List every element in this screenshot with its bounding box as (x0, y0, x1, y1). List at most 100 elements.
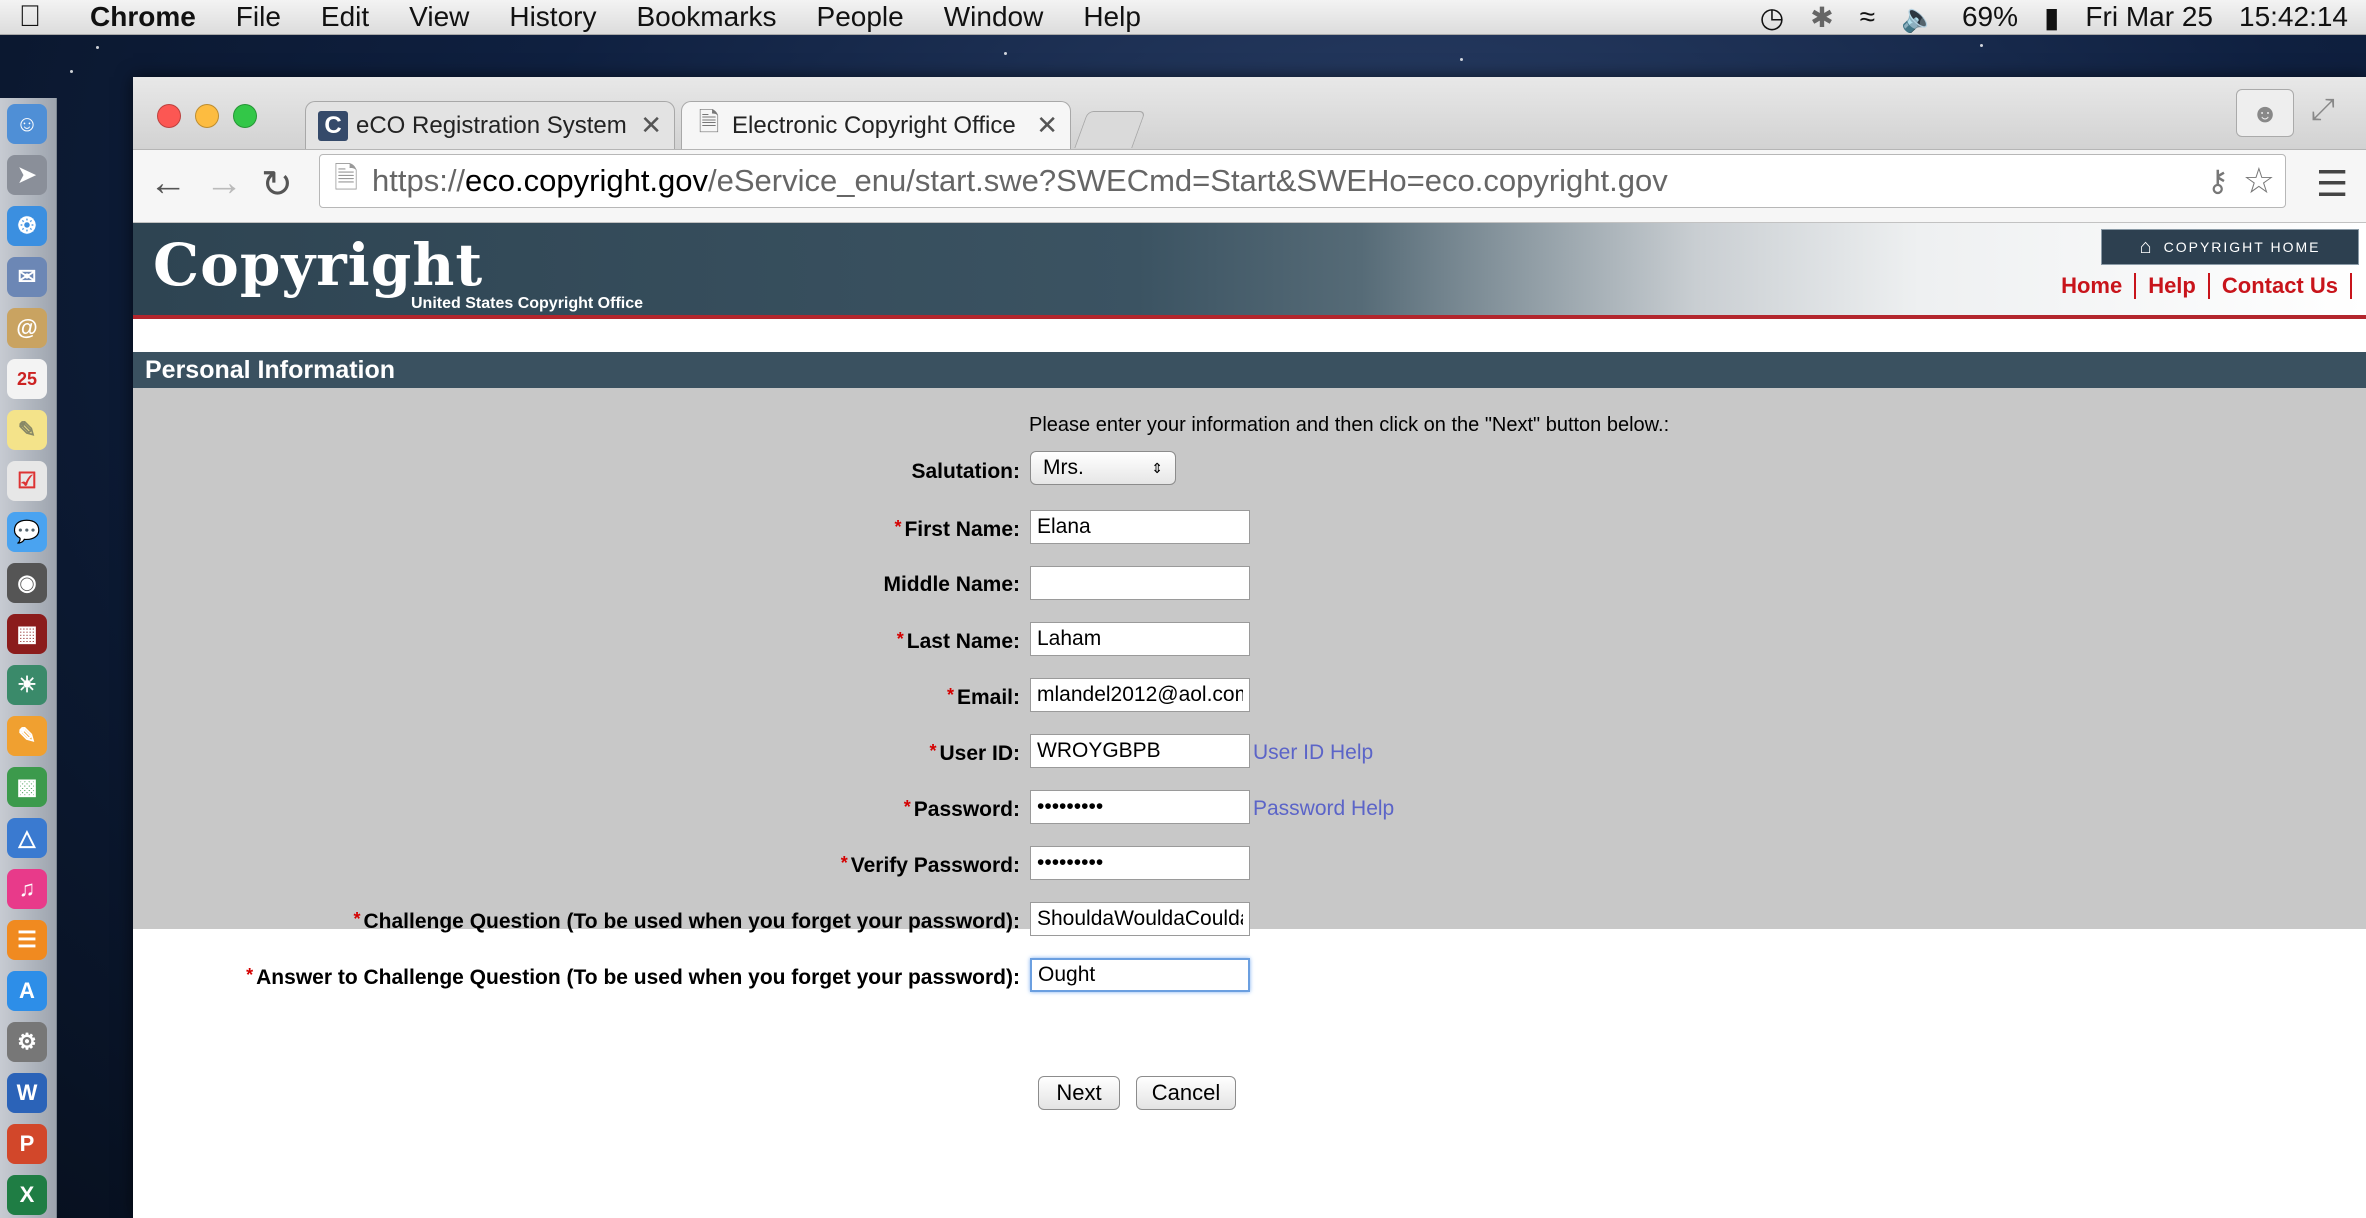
safari-icon[interactable]: ❂ (7, 206, 47, 246)
copyright-home-button[interactable]: ⌂ COPYRIGHT HOME (2101, 229, 2359, 265)
last-name-field[interactable] (1030, 622, 1250, 656)
select-arrows-icon: ⇕ (1151, 459, 1163, 476)
mail-icon[interactable]: ✉ (7, 257, 47, 297)
wifi-icon[interactable]: ≈ (1860, 1, 1875, 33)
salutation-select[interactable]: Mrs. ⇕ (1030, 451, 1176, 485)
close-tab-icon[interactable]: ✕ (640, 110, 662, 141)
close-tab-icon[interactable]: ✕ (1036, 110, 1058, 141)
first-name-row: * First Name: (133, 510, 2366, 546)
tab-title: eCO Registration System | (356, 111, 633, 139)
cancel-button[interactable]: Cancel (1136, 1076, 1236, 1110)
reload-icon[interactable]: ↻ (261, 162, 293, 207)
help-link[interactable]: Help (2134, 273, 2208, 299)
password-help-link[interactable]: Password Help (1253, 797, 1394, 821)
salutation-row: Salutation: Mrs. ⇕ (133, 451, 2366, 489)
app-store-icon[interactable]: A (7, 971, 47, 1011)
personal-information-form: Please enter your information and then c… (133, 388, 2366, 992)
pages-icon[interactable]: ✎ (7, 716, 47, 756)
menu-time[interactable]: 15:42:14 (2239, 1, 2348, 33)
close-window-button[interactable] (157, 104, 181, 128)
finder-icon[interactable]: ☺ (7, 104, 47, 144)
back-arrow-icon[interactable]: ← (149, 162, 187, 205)
menu-bookmarks[interactable]: Bookmarks (616, 1, 796, 33)
excel-icon[interactable]: X (7, 1175, 47, 1215)
challenge-question-row: * Challenge Question (To be used when you… (133, 902, 2366, 938)
word-icon[interactable]: W (7, 1073, 47, 1113)
forward-arrow-icon[interactable]: → (205, 162, 243, 205)
minimize-window-button[interactable] (195, 104, 219, 128)
bluetooth-icon[interactable]: ✱ (1810, 1, 1833, 34)
fullscreen-icon[interactable]: ⤢ (2311, 93, 2335, 127)
photo-booth-icon[interactable]: ▦ (7, 614, 47, 654)
menu-history[interactable]: History (489, 1, 616, 33)
profile-icon[interactable]: ☻ (2236, 89, 2294, 137)
menu-app-name[interactable]: Chrome (60, 1, 216, 33)
launchpad-icon[interactable]: ➤ (7, 155, 47, 195)
chrome-window: C eCO Registration System | ✕ 🗎 Electron… (133, 77, 2366, 1218)
zoom-window-button[interactable] (233, 104, 257, 128)
challenge-answer-label: * Answer to Challenge Question (To be use… (246, 965, 1020, 989)
top-links: Home Help Contact Us (2049, 273, 2352, 299)
dock: ☺ ➤ ❂ ✉ @ 25 ✎ ☑ 💬 ◉ ▦ ☀ ✎ ▩ △ ♫ ☰ A ⚙ W… (0, 98, 57, 1218)
challenge-question-field[interactable] (1030, 902, 1250, 936)
messages-icon[interactable]: 💬 (7, 512, 47, 552)
tab-title: Electronic Copyright Office (732, 111, 1016, 139)
tab-electronic-copyright-office[interactable]: 🗎 Electronic Copyright Office ✕ (681, 101, 1071, 149)
user-id-help-link[interactable]: User ID Help (1253, 741, 1373, 765)
numbers-icon[interactable]: ▩ (7, 767, 47, 807)
volume-icon[interactable]: 🔈 (1901, 1, 1936, 34)
page-icon: 🗎 (333, 161, 359, 195)
tab-eco-registration[interactable]: C eCO Registration System | ✕ (305, 101, 675, 149)
first-name-label: * First Name: (894, 517, 1020, 541)
address-bar[interactable]: 🗎 https://eco.copyright.gov/eService_enu… (319, 154, 2286, 208)
new-tab-button[interactable] (1074, 111, 1146, 148)
menu-view[interactable]: View (389, 1, 489, 33)
facetime-icon[interactable]: ◉ (7, 563, 47, 603)
calendar-icon[interactable]: 25 (7, 359, 47, 399)
verify-password-field[interactable] (1030, 846, 1250, 880)
key-icon[interactable]: ⚷ (2207, 164, 2229, 199)
menu-help[interactable]: Help (1063, 1, 1161, 33)
challenge-answer-row: * Answer to Challenge Question (To be use… (133, 958, 2366, 994)
next-button[interactable]: Next (1038, 1076, 1120, 1110)
user-id-label: * User ID: (929, 741, 1020, 765)
menu-file[interactable]: File (216, 1, 301, 33)
verify-password-row: * Verify Password: (133, 846, 2366, 882)
challenge-answer-field[interactable] (1030, 958, 1250, 992)
menu-people[interactable]: People (797, 1, 924, 33)
menu-edit[interactable]: Edit (301, 1, 389, 33)
password-field[interactable] (1030, 790, 1250, 824)
battery-percent[interactable]: 69% (1962, 1, 2018, 33)
macos-menu-bar:  Chrome File Edit View History Bookmark… (0, 0, 2366, 35)
section-title: Personal Information (133, 352, 2366, 388)
system-preferences-icon[interactable]: ⚙ (7, 1022, 47, 1062)
iphoto-icon[interactable]: ☀ (7, 665, 47, 705)
challenge-question-label: * Challenge Question (To be used when you… (353, 909, 1020, 933)
reminders-icon[interactable]: ☑ (7, 461, 47, 501)
contacts-icon[interactable]: @ (7, 308, 47, 348)
apple-icon[interactable]:  (0, 0, 60, 34)
middle-name-field[interactable] (1030, 566, 1250, 600)
home-link[interactable]: Home (2049, 273, 2134, 299)
itunes-icon[interactable]: ♫ (7, 869, 47, 909)
chrome-menu-icon[interactable]: ☰ (2316, 163, 2348, 205)
middle-name-row: Middle Name: (133, 566, 2366, 602)
menu-date[interactable]: Fri Mar 25 (2085, 1, 2213, 33)
copyright-logo[interactable]: Copyright United States Copyright Office (153, 231, 643, 312)
notes-icon[interactable]: ✎ (7, 410, 47, 450)
verify-password-label: * Verify Password: (840, 853, 1020, 877)
contact-us-link[interactable]: Contact Us (2207, 273, 2352, 299)
keynote-icon[interactable]: △ (7, 818, 47, 858)
email-field[interactable] (1030, 678, 1250, 712)
ibooks-icon[interactable]: ☰ (7, 920, 47, 960)
menu-window[interactable]: Window (924, 1, 1064, 33)
user-id-field[interactable] (1030, 734, 1250, 768)
time-machine-icon[interactable]: ◷ (1760, 1, 1784, 34)
battery-icon[interactable]: ▮ (2044, 1, 2059, 34)
last-name-row: * Last Name: (133, 622, 2366, 658)
email-label: * Email: (946, 685, 1020, 709)
bookmark-star-icon[interactable]: ☆ (2243, 160, 2275, 202)
url-text: https://eco.copyright.gov/eService_enu/s… (372, 163, 1668, 198)
first-name-field[interactable] (1030, 510, 1250, 544)
powerpoint-icon[interactable]: P (7, 1124, 47, 1164)
